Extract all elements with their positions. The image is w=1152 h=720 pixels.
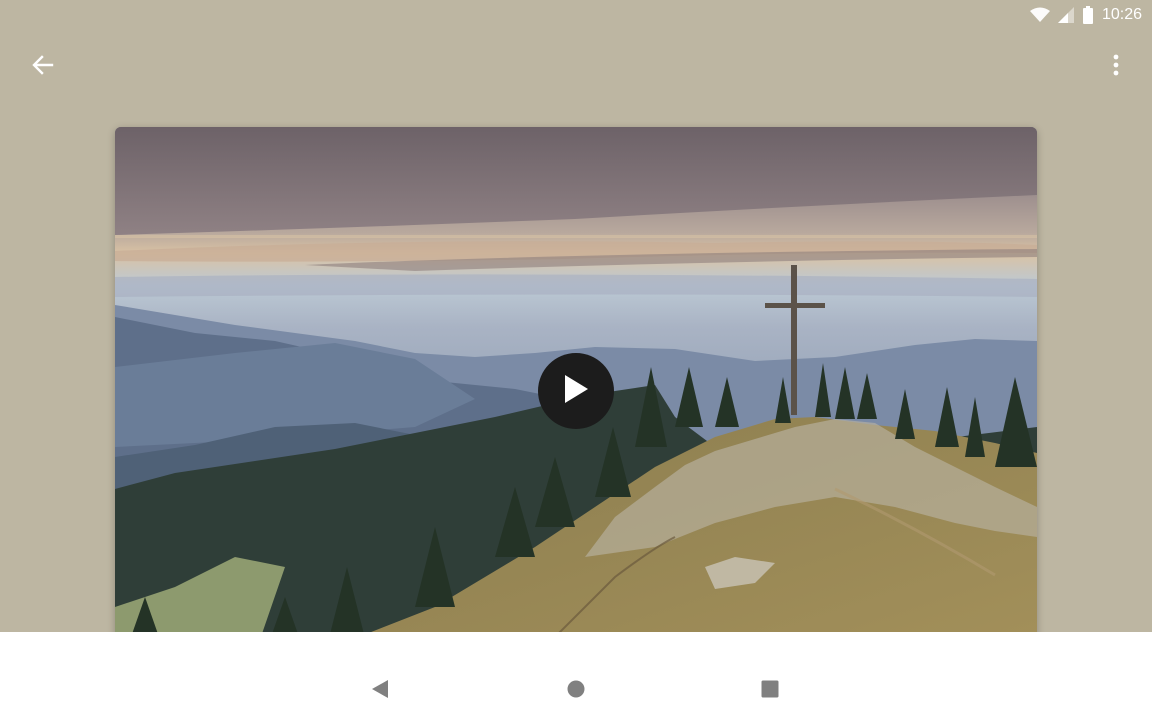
play-icon bbox=[562, 373, 590, 410]
wifi-icon bbox=[1029, 7, 1050, 23]
nav-back-button[interactable] bbox=[366, 677, 394, 705]
nav-home-button[interactable] bbox=[562, 677, 590, 705]
back-arrow-icon bbox=[32, 54, 54, 81]
battery-icon bbox=[1082, 6, 1094, 24]
top-app-bar bbox=[0, 42, 1152, 92]
status-time: 10:26 bbox=[1101, 6, 1142, 23]
more-vert-icon bbox=[1112, 54, 1120, 81]
play-button[interactable] bbox=[538, 353, 614, 429]
nav-recents-icon bbox=[760, 679, 780, 704]
status-bar: 10:26 bbox=[0, 0, 1152, 30]
nav-recents-button[interactable] bbox=[756, 677, 784, 705]
nav-home-icon bbox=[566, 679, 586, 704]
nav-back-icon bbox=[371, 679, 389, 704]
more-options-button[interactable] bbox=[1096, 46, 1136, 88]
system-navigation-bar bbox=[0, 632, 1152, 720]
cell-signal-icon bbox=[1057, 7, 1074, 23]
status-icons: 10:26 bbox=[1029, 4, 1142, 26]
video-thumbnail[interactable] bbox=[115, 127, 1037, 654]
video-viewer-screen: 10:26 bbox=[0, 0, 1152, 720]
back-button[interactable] bbox=[22, 46, 64, 88]
